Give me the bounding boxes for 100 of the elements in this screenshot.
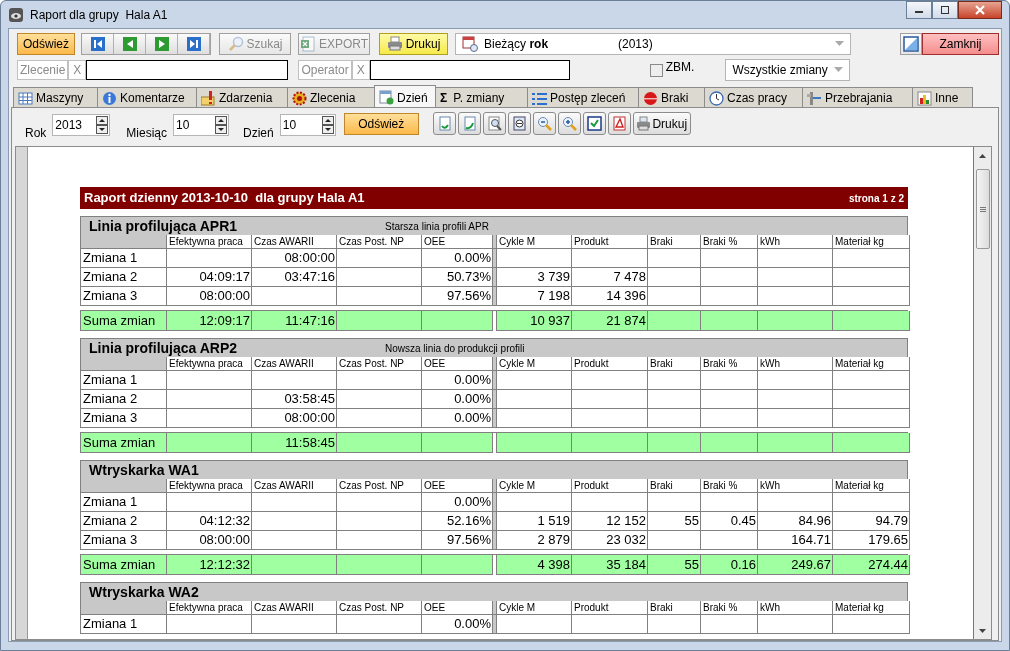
- print-button[interactable]: Drukuj: [379, 33, 448, 55]
- total-cell: 4 398: [497, 555, 572, 575]
- column-header: Braki: [648, 357, 701, 371]
- period-year: (2013): [618, 36, 653, 53]
- search-icon: [227, 36, 244, 52]
- tab[interactable]: Dzień: [374, 85, 436, 109]
- table-cell: 08:00:00: [252, 409, 337, 428]
- toolbar-button[interactable]: [607, 112, 631, 135]
- scroll-thumb[interactable]: [975, 169, 990, 249]
- pdf-icon: [611, 116, 627, 131]
- table-cell: [648, 249, 701, 268]
- number-spinner[interactable]: 10: [173, 114, 230, 136]
- row-label: Zmiana 1: [81, 615, 167, 634]
- table-cell: [701, 615, 758, 634]
- filter-field[interactable]: [369, 60, 570, 80]
- table-cell: [648, 409, 701, 428]
- number-spinner[interactable]: 2013: [52, 114, 111, 136]
- table-cell: 0.00%: [422, 371, 493, 390]
- tab[interactable]: Komentarze: [97, 87, 197, 108]
- column-header: Efektywna praca: [167, 479, 252, 493]
- shift-dropdown[interactable]: Wszystkie zmiany: [725, 59, 851, 81]
- total-cell: 274.44: [833, 555, 910, 575]
- table-cell: [701, 268, 758, 287]
- column-header: Czas AWARII: [252, 601, 337, 615]
- fit-page-icon: [511, 116, 527, 131]
- checkbox-icon: [586, 116, 602, 131]
- printer-icon: [636, 116, 652, 131]
- column-header: Braki: [648, 601, 701, 615]
- toolbar-button[interactable]: [507, 112, 531, 135]
- number-spinner[interactable]: 10: [279, 114, 336, 136]
- column-header: Materiał kg: [833, 479, 910, 493]
- toolbar-button[interactable]: [582, 112, 606, 135]
- last-icon: [186, 37, 201, 51]
- column-header: Cykle M: [497, 601, 572, 615]
- maximize-button[interactable]: [932, 1, 958, 19]
- next-button[interactable]: [146, 34, 178, 54]
- filter-field[interactable]: [86, 60, 289, 80]
- table-cell: [648, 287, 701, 306]
- column-header: Cykle M: [497, 479, 572, 493]
- report-title: Raport dzienny 2013-10-10 dla grupy Hala A1: [84, 189, 365, 208]
- tab[interactable]: Postęp zleceń: [527, 87, 639, 108]
- page-down-icon: [436, 116, 452, 131]
- close-report-button[interactable]: Zamknij: [922, 33, 999, 55]
- spinner-arrows-icon: [96, 116, 109, 134]
- filter-label: Zlecenie: [17, 60, 69, 80]
- next-icon: [154, 37, 169, 51]
- section-description: Nowsza linia do produkcji profili: [385, 341, 525, 356]
- window-toggle-button[interactable]: [900, 33, 922, 55]
- table-cell: [701, 287, 758, 306]
- toolbar-button[interactable]: [432, 112, 456, 135]
- table-cell: 04:09:17: [167, 268, 252, 287]
- column-header: Braki: [648, 479, 701, 493]
- total-cell: 11:58:45: [252, 433, 337, 453]
- toolbar-button[interactable]: [557, 112, 581, 135]
- tab[interactable]: Inne: [912, 87, 973, 108]
- spinner-arrows-icon: [321, 116, 334, 134]
- maximize-icon: [940, 6, 950, 14]
- table-cell: 23 032: [572, 531, 648, 550]
- column-header: Cykle M: [497, 357, 572, 371]
- row-label: Zmiana 2: [81, 390, 167, 409]
- column-header: Braki %: [701, 357, 758, 371]
- table-cell: 1 519: [497, 512, 572, 531]
- previous-icon: [122, 37, 137, 51]
- refresh-button[interactable]: Odśwież: [343, 113, 419, 135]
- dropdown-arrow-icon: [834, 67, 844, 73]
- calendar-icon: [379, 90, 394, 105]
- table-cell: 04:12:32: [167, 512, 252, 531]
- table-cell: 52.16%: [422, 512, 493, 531]
- scroll-down-icon: [979, 628, 986, 633]
- toolbar-button[interactable]: [457, 112, 481, 135]
- first-page-button[interactable]: [82, 34, 114, 54]
- table-cell: 179.65: [833, 531, 910, 550]
- minimize-button[interactable]: [906, 1, 932, 19]
- row-label: Zmiana 3: [81, 409, 167, 428]
- dropdown-arrow-icon: [835, 41, 844, 47]
- tools-icon: [807, 90, 822, 106]
- table-cell: [648, 390, 701, 409]
- total-cell: 35 184: [572, 555, 648, 575]
- period-dropdown[interactable]: Bieżący rok (2013): [455, 33, 851, 55]
- clock-icon: [709, 90, 724, 106]
- column-header: kWh: [758, 479, 833, 493]
- spinner-arrows-icon: [215, 116, 228, 134]
- table-cell: 55: [648, 512, 701, 531]
- total-label: Suma zmian: [81, 311, 167, 331]
- app-icon: [8, 6, 24, 23]
- table-cell: [701, 390, 758, 409]
- last-page-button[interactable]: [178, 34, 210, 54]
- column-header: Czas Post. NP: [337, 601, 422, 615]
- table-cell: 0.00%: [422, 249, 493, 268]
- toolbar-button[interactable]: [482, 112, 506, 135]
- tab[interactable]: Zlecenia: [287, 87, 375, 108]
- vertical-scrollbar[interactable]: [974, 147, 991, 639]
- close-button[interactable]: [958, 1, 1002, 19]
- print-button[interactable]: Drukuj: [632, 112, 691, 135]
- refresh-button[interactable]: Odśwież: [17, 33, 75, 55]
- clear-button[interactable]: X: [68, 60, 87, 80]
- zbm-checkbox[interactable]: [649, 63, 663, 77]
- field-label: Dzień: [243, 125, 274, 142]
- previous-button[interactable]: [114, 34, 146, 54]
- tab[interactable]: Zdarzenia: [196, 87, 288, 108]
